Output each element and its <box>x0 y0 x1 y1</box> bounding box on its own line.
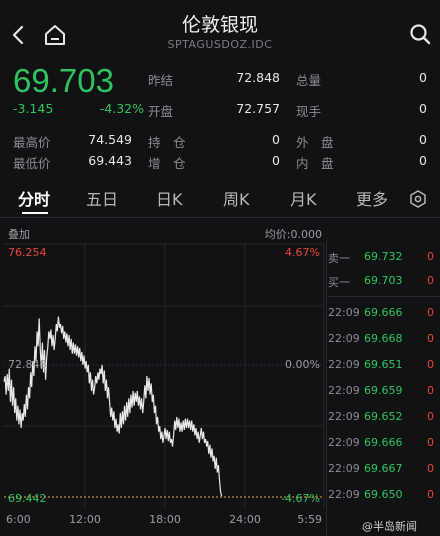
ask-volume: 0 <box>427 250 434 263</box>
trade-time: 22:09 <box>328 436 360 449</box>
trade-volume: 0 <box>427 384 434 397</box>
trade-volume: 0 <box>427 332 434 345</box>
mid-pct-label: 0.00% <box>285 358 320 371</box>
order-book-divider <box>326 240 327 536</box>
tab-daily-k[interactable]: 日K <box>156 186 183 210</box>
price-line <box>3 316 223 497</box>
low-label: 最低价 <box>13 156 51 171</box>
tab-more[interactable]: 更多 <box>356 186 388 210</box>
high-label: 最高价 <box>13 135 51 150</box>
bid-volume: 0 <box>427 274 434 287</box>
trade-time: 22:09 <box>328 488 360 501</box>
open-value: 72.757 <box>236 101 280 116</box>
tab-monthly-k[interactable]: 月K <box>290 186 317 210</box>
bottom-price-label: 69.442 <box>8 492 47 505</box>
order-book-inner-divider <box>326 296 440 297</box>
total-volume-value: 0 <box>419 70 427 85</box>
tabs-divider <box>0 217 440 218</box>
trade-row: 22:09 69.659 0 <box>328 384 440 406</box>
chart-grid <box>4 243 325 508</box>
trade-price: 69.659 <box>364 384 403 397</box>
ask-price: 69.732 <box>364 250 403 263</box>
current-price: 69.703 <box>13 62 114 99</box>
x-tick-label: 5:59 <box>297 513 322 526</box>
outer-value: 0 <box>419 132 427 147</box>
x-tick-label: 24:00 <box>229 513 261 526</box>
tab-five-day[interactable]: 五日 <box>86 186 118 210</box>
position-label: 持 仓 <box>148 135 186 150</box>
top-pct-label: 4.67% <box>285 246 320 259</box>
page-title: 伦敦银现 <box>181 14 258 36</box>
trade-time: 22:09 <box>328 410 360 423</box>
trade-volume: 0 <box>427 358 434 371</box>
bid-label: 买一 <box>328 276 350 289</box>
outer-label: 外 盘 <box>296 135 334 150</box>
trade-time: 22:09 <box>328 462 360 475</box>
prev-close-value: 72.848 <box>236 70 280 85</box>
period-tabs: 分时 五日 日K 周K 月K 更多 <box>0 186 440 214</box>
search-button[interactable] <box>408 22 432 46</box>
trade-price: 69.666 <box>364 436 403 449</box>
bid-price: 69.703 <box>364 274 403 287</box>
trade-time: 22:09 <box>328 384 360 397</box>
trade-row: 22:09 69.650 0 <box>328 488 440 510</box>
inner-label: 内 盘 <box>296 156 334 171</box>
watermark: @半岛新闻 <box>362 520 417 533</box>
trade-price: 69.667 <box>364 462 403 475</box>
current-volume-value: 0 <box>419 101 427 116</box>
price-change: -3.145 <box>13 101 54 116</box>
trade-volume: 0 <box>427 436 434 449</box>
trade-volume: 0 <box>427 488 434 501</box>
hexagon-settings-icon <box>410 190 426 208</box>
prev-close-label: 昨结 <box>148 73 174 88</box>
trade-price: 69.668 <box>364 332 403 345</box>
increase-value: 0 <box>272 153 280 168</box>
trade-row: 22:09 69.667 0 <box>328 462 440 484</box>
low-value: 69.443 <box>88 153 132 168</box>
active-tab-indicator <box>22 212 48 214</box>
open-label: 开盘 <box>148 104 174 119</box>
trade-price: 69.652 <box>364 410 403 423</box>
increase-label: 增 仓 <box>148 156 186 171</box>
trade-row: 22:09 69.666 0 <box>328 306 440 328</box>
x-tick-label: 12:00 <box>69 513 101 526</box>
intraday-chart[interactable]: 76.254 4.67% 72.848 0.00% 69.442 -4.67% … <box>0 240 326 536</box>
price-change-pct: -4.32% <box>99 101 144 116</box>
bottom-pct-label: -4.67% <box>281 492 320 505</box>
trade-price: 69.650 <box>364 488 403 501</box>
bid-row: 买一 69.703 0 <box>328 274 440 296</box>
ask-row: 卖一 69.732 0 <box>328 250 440 272</box>
tab-intraday[interactable]: 分时 <box>18 186 50 210</box>
current-volume-label: 现手 <box>296 104 322 119</box>
trade-row: 22:09 69.668 0 <box>328 332 440 354</box>
ask-label: 卖一 <box>328 252 350 265</box>
trade-row: 22:09 69.652 0 <box>328 410 440 432</box>
mid-price-label: 72.848 <box>8 358 47 371</box>
position-value: 0 <box>272 132 280 147</box>
trade-time: 22:09 <box>328 358 360 371</box>
trade-price: 69.666 <box>364 306 403 319</box>
trade-row: 22:09 69.666 0 <box>328 436 440 458</box>
trade-time: 22:09 <box>328 306 360 319</box>
top-price-label: 76.254 <box>8 246 47 259</box>
total-volume-label: 总量 <box>296 73 322 88</box>
inner-value: 0 <box>419 153 427 168</box>
chart-settings-button[interactable] <box>408 189 428 209</box>
trade-row: 22:09 69.651 0 <box>328 358 440 380</box>
trade-price: 69.651 <box>364 358 403 371</box>
trade-volume: 0 <box>427 410 434 423</box>
trade-volume: 0 <box>427 462 434 475</box>
page-subtitle: SPTAGUSDOZ.IDC <box>167 38 273 51</box>
x-tick-label: 18:00 <box>149 513 181 526</box>
trade-volume: 0 <box>427 306 434 319</box>
search-icon <box>410 24 431 45</box>
tab-weekly-k[interactable]: 周K <box>223 186 250 210</box>
x-tick-label: 6:00 <box>6 513 31 526</box>
trade-time: 22:09 <box>328 332 360 345</box>
high-value: 74.549 <box>88 132 132 147</box>
